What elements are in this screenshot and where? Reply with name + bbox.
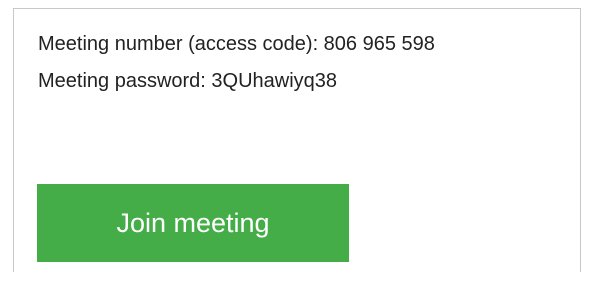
meeting-info-card: Meeting number (access code): 806 965 59… <box>13 8 581 272</box>
meeting-password-text: Meeting password: 3QUhawiyq38 <box>38 70 338 92</box>
join-meeting-button[interactable]: Join meeting <box>37 184 349 262</box>
meeting-number-text: Meeting number (access code): 806 965 59… <box>38 33 435 55</box>
